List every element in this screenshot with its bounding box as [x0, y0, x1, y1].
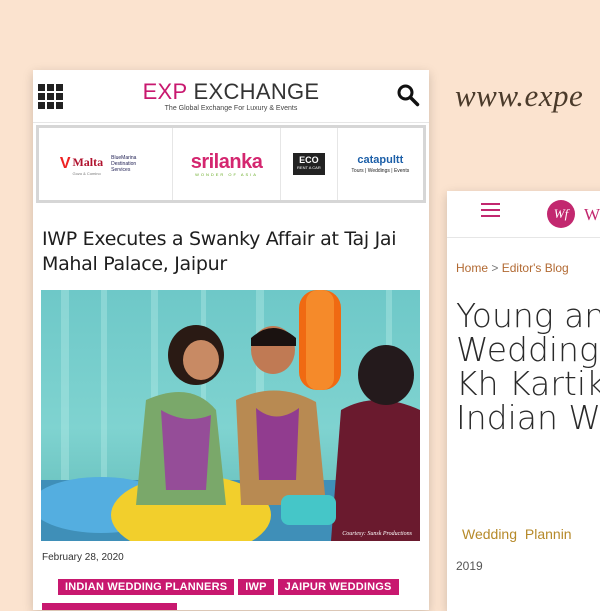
- article-tags: INDIAN WEDDING PLANNERS IWP JAIPUR WEDDI…: [58, 579, 399, 595]
- blog-header: Wf W: [447, 191, 600, 238]
- malta-logo-icon: V: [59, 155, 71, 172]
- tag-iwp[interactable]: IWP: [238, 579, 274, 595]
- sponsor-banner: V Malta Gozo & Comino BlueMarina Destina…: [36, 125, 426, 203]
- srilanka-logo: srilanka: [190, 150, 263, 173]
- article-title[interactable]: IWP Executes a Swanky Affair at Taj Jai …: [42, 227, 420, 277]
- eco-subtitle: RENT A CAR: [297, 165, 321, 170]
- blog-post-year: 2019: [456, 559, 483, 573]
- website-url-text: www.expe: [455, 78, 584, 113]
- catapultt-tagline: Tours | Weddings | Events: [351, 168, 410, 174]
- exp-exchange-screenshot: EXP EXCHANGE The Global Exchange For Lux…: [33, 70, 429, 610]
- wedding-couple-photo: [41, 290, 420, 541]
- hamburger-menu-icon[interactable]: [481, 203, 500, 221]
- breadcrumb-separator: >: [491, 261, 499, 275]
- sponsor-catapultt[interactable]: catapultt Tours | Weddings | Events: [338, 128, 423, 200]
- blog-post-title[interactable]: Young an Wedding Anant Kh Kartika S Indi…: [456, 299, 600, 435]
- sponsor-malta[interactable]: V Malta Gozo & Comino BlueMarina Destina…: [39, 128, 173, 200]
- logo-tagline: The Global Exchange For Luxury & Events: [164, 105, 298, 112]
- site-header: EXP EXCHANGE The Global Exchange For Lux…: [33, 70, 429, 123]
- photo-credit: Courtesy: Sunsk Productions: [342, 531, 412, 537]
- bluemarina-logo: BlueMarina Destination Services: [111, 155, 137, 173]
- site-logo[interactable]: EXP EXCHANGE The Global Exchange For Lux…: [33, 79, 429, 113]
- malta-name: Malta: [72, 154, 104, 169]
- tag-jaipur-weddings[interactable]: JAIPUR WEDDINGS: [277, 579, 399, 595]
- article-hero-image[interactable]: Courtesy: Sunsk Productions: [41, 290, 420, 541]
- blog-logo-text: W: [584, 205, 600, 224]
- tag-cut-off[interactable]: [42, 603, 177, 610]
- sponsor-eco-rent-a-car[interactable]: ECO RENT A CAR: [281, 128, 338, 200]
- breadcrumb-section[interactable]: Editor's Blog: [502, 261, 569, 275]
- breadcrumb-home[interactable]: Home: [456, 261, 488, 275]
- blog-post-categories[interactable]: Wedding Plannin: [462, 526, 572, 542]
- logo-main-text: EXCHANGE: [193, 79, 320, 104]
- sponsor-srilanka[interactable]: srilanka WONDER OF ASIA: [173, 128, 282, 200]
- wedding-blog-screenshot: Wf W Home > Editor's Blog Young an Weddi…: [447, 191, 600, 611]
- tag-indian-wedding-planners[interactable]: INDIAN WEDDING PLANNERS: [58, 579, 235, 595]
- srilanka-tagline: WONDER OF ASIA: [195, 171, 258, 177]
- breadcrumb: Home > Editor's Blog: [456, 261, 569, 275]
- logo-accent: EXP: [142, 79, 188, 104]
- eco-logo: ECO RENT A CAR: [293, 153, 325, 175]
- article-date: February 28, 2020: [42, 552, 124, 563]
- malta-subtitle: Gozo & Comino: [72, 170, 101, 176]
- catapultt-logo: catapultt: [357, 154, 404, 166]
- search-icon[interactable]: [396, 83, 420, 107]
- blog-logo-icon[interactable]: Wf: [547, 200, 575, 228]
